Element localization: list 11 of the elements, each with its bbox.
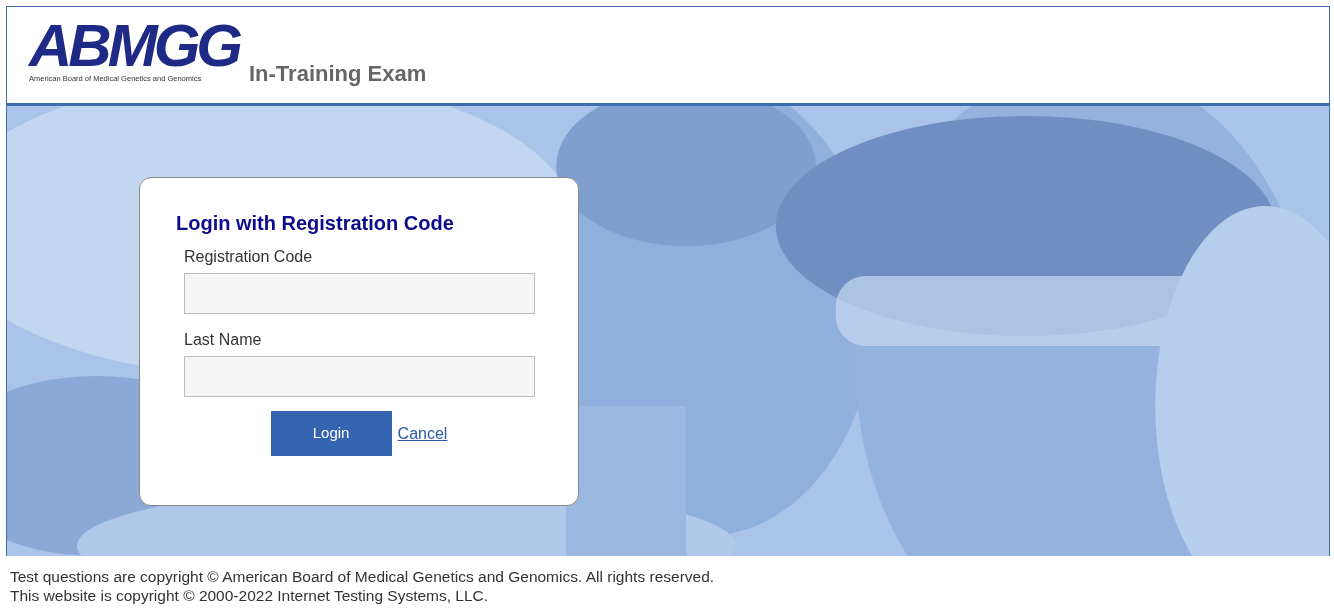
copyright-text: Test questions are copyright © American Board of Medical Genetics and Genomics. All rights reserved. bbox=[10, 567, 716, 586]
copyright-text: This website is copyright © 2000-2022 Internet Testing Systems, LLC. bbox=[10, 586, 490, 605]
login-button[interactable]: Login bbox=[270, 411, 392, 456]
field-label: Registration Code bbox=[184, 247, 313, 267]
field-label: Last Name bbox=[184, 330, 262, 350]
app-title: In-Training Exam bbox=[249, 60, 427, 88]
login-title: Login with Registration Code bbox=[176, 211, 455, 235]
logo-wordmark: ABMGG bbox=[29, 21, 239, 71]
input-field[interactable] bbox=[184, 273, 535, 314]
input-field[interactable] bbox=[184, 356, 535, 397]
cancel-link[interactable]: Cancel bbox=[397, 421, 448, 446]
